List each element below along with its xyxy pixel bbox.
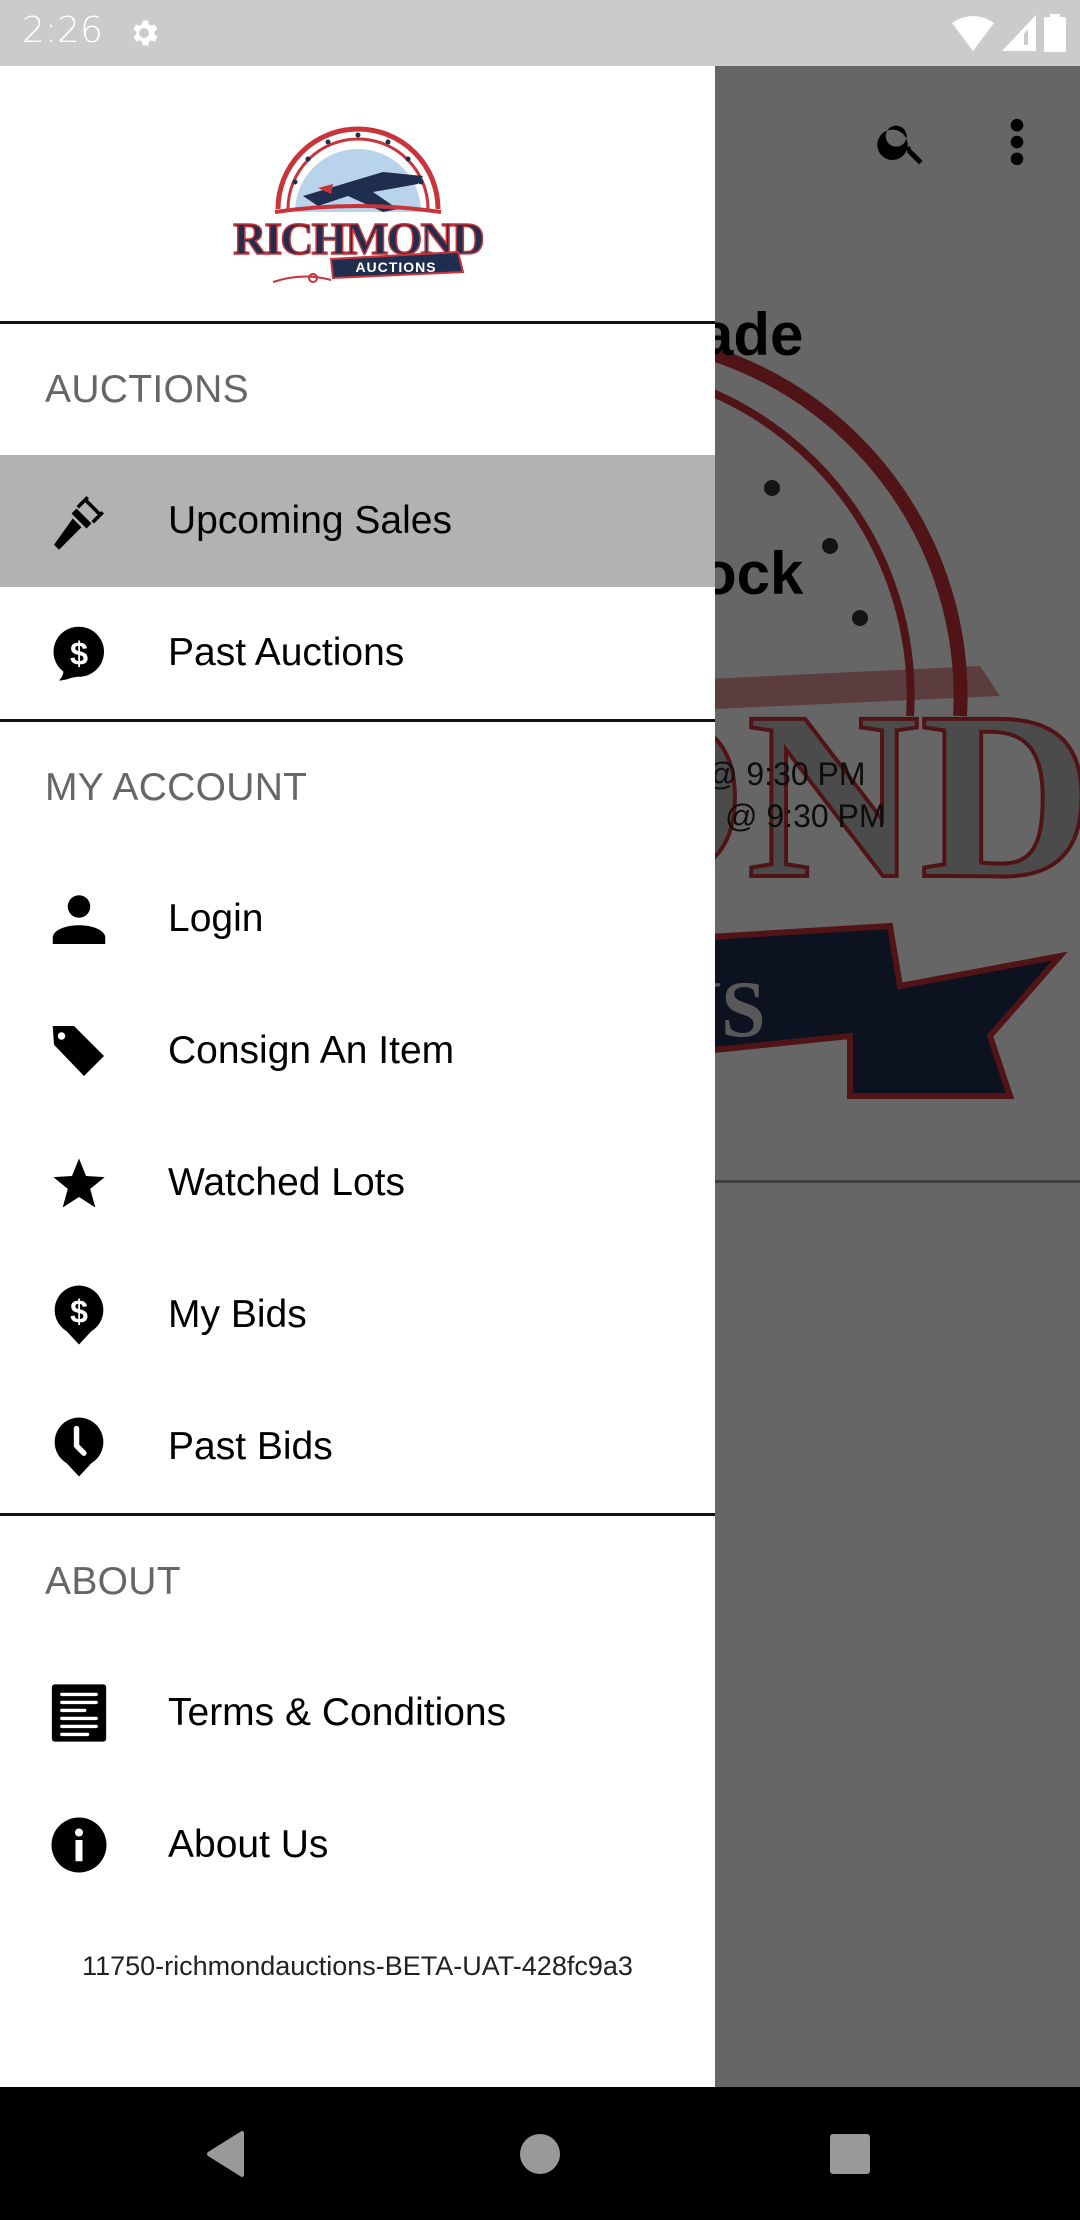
battery-icon [1044, 14, 1066, 52]
nav-label: Watched Lots [168, 1161, 406, 1204]
info-icon [47, 1813, 111, 1877]
dollar-bubble-icon: $ [47, 621, 111, 685]
navigation-drawer: RICHMOND AUCTIONS AUCTIONS Upcoming Sale… [0, 66, 715, 2087]
back-icon [207, 2130, 244, 2177]
dollar-pin-icon: $ [47, 1283, 111, 1347]
tag-icon [47, 1019, 111, 1083]
home-icon [520, 2133, 560, 2174]
cell-signal-icon [1002, 15, 1036, 51]
nav-label: Terms & Conditions [168, 1691, 507, 1734]
nav-item-past-auctions[interactable]: $ Past Auctions [0, 587, 715, 719]
recents-icon [830, 2133, 870, 2174]
nav-label: About Us [168, 1823, 329, 1866]
section-title-about: ABOUT [45, 1559, 181, 1603]
section-title-auctions: AUCTIONS [45, 367, 249, 411]
nav-item-upcoming-sales[interactable]: Upcoming Sales [0, 455, 715, 587]
section-title-my-account: MY ACCOUNT [45, 765, 308, 809]
system-navigation-bar [0, 2087, 1080, 2220]
home-button[interactable] [460, 2087, 620, 2220]
wifi-icon [952, 16, 994, 51]
nav-item-my-bids[interactable]: $ My Bids [0, 1249, 715, 1381]
gear-icon [133, 20, 158, 46]
svg-text:$: $ [70, 635, 88, 671]
status-time: 2:26 [22, 10, 103, 51]
nav-item-terms-conditions[interactable]: Terms & Conditions [0, 1647, 715, 1779]
star-icon [47, 1151, 111, 1215]
app-version-text: 11750-richmondauctions-BETA-UAT-428fc9a3 [82, 1951, 633, 1981]
nav-item-about-us[interactable]: About Us [0, 1779, 715, 1911]
nav-item-consign-an-item[interactable]: Consign An Item [0, 985, 715, 1117]
back-button[interactable] [146, 2087, 306, 2220]
nav-label: Upcoming Sales [168, 499, 452, 542]
richmond-auctions-logo: RICHMOND AUCTIONS [233, 126, 483, 283]
nav-label: Past Auctions [168, 631, 405, 674]
nav-item-past-bids[interactable]: Past Bids [0, 1381, 715, 1513]
nav-label: My Bids [168, 1293, 307, 1336]
person-icon [47, 887, 111, 951]
svg-text:AUCTIONS: AUCTIONS [355, 259, 436, 275]
nav-item-watched-lots[interactable]: Watched Lots [0, 1117, 715, 1249]
nav-label: Login [168, 897, 264, 940]
clock-pin-icon [47, 1415, 111, 1479]
status-bar: 2:26 [0, 0, 1080, 66]
drawer-header: RICHMOND AUCTIONS [0, 66, 715, 324]
svg-text:$: $ [70, 1293, 88, 1329]
nav-label: Past Bids [168, 1425, 333, 1468]
gavel-icon [47, 489, 111, 553]
recents-button[interactable] [770, 2087, 930, 2220]
nav-item-login[interactable]: Login [0, 853, 715, 985]
nav-label: Consign An Item [168, 1029, 455, 1072]
document-icon [47, 1681, 111, 1745]
